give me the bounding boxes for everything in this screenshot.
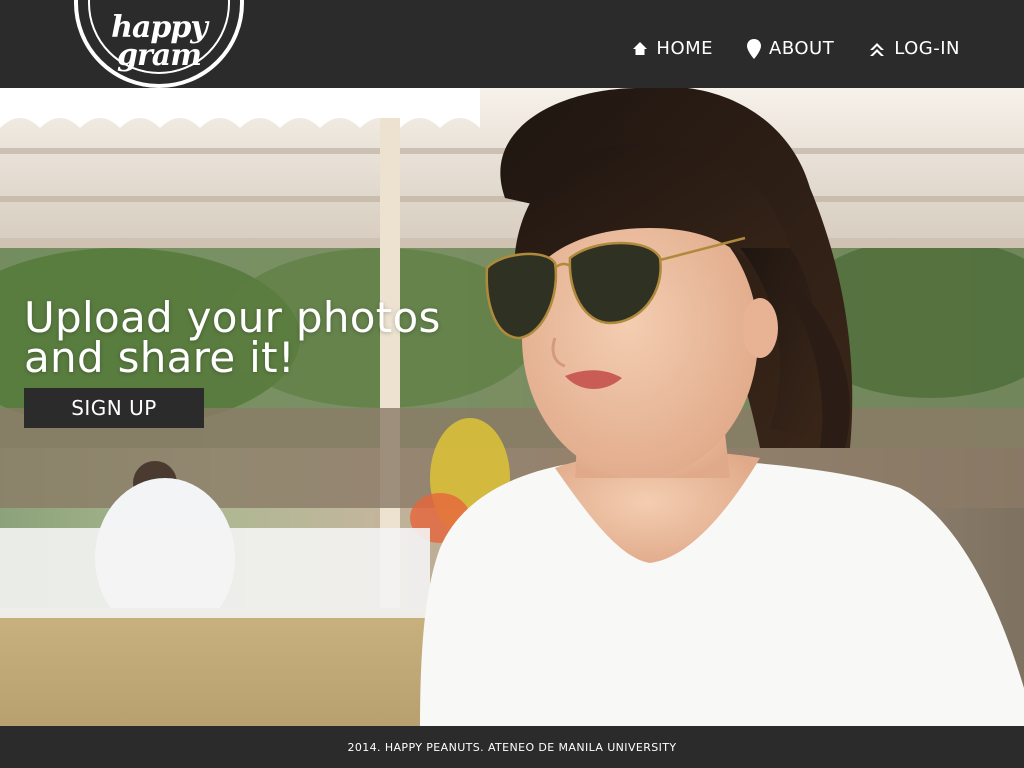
map-pin-icon xyxy=(747,38,762,59)
hero-headline: Upload your photos and share it! xyxy=(24,293,441,382)
hero-headline-line1: Upload your photos xyxy=(24,293,441,342)
footer-bar: 2014. HAPPY PEANUTS. ATENEO DE MANILA UN… xyxy=(0,726,1024,768)
nav-login-label: LOG-IN xyxy=(894,38,960,59)
hero-headline-line2: and share it! xyxy=(24,333,296,382)
footer-copyright: 2014. HAPPY PEANUTS. ATENEO DE MANILA UN… xyxy=(347,740,677,754)
main-navigation: HOME ABOUT LOG-IN xyxy=(632,38,960,59)
logo-text-line2: gram xyxy=(117,38,202,73)
happy-gram-logo[interactable]: happy gram xyxy=(74,0,244,88)
hero-banner: Upload your photos and share it! SIGN UP xyxy=(0,88,1024,726)
top-navigation-bar: happy gram HOME ABOUT LOG-IN xyxy=(0,0,1024,88)
nav-home-label: HOME xyxy=(656,38,714,59)
nav-about-label: ABOUT xyxy=(769,38,835,59)
nav-home[interactable]: HOME xyxy=(632,38,713,59)
chevron-up-icon xyxy=(868,40,886,58)
home-icon xyxy=(632,41,648,57)
nav-about[interactable]: ABOUT xyxy=(747,38,834,59)
sign-up-button[interactable]: SIGN UP xyxy=(24,388,204,428)
nav-login[interactable]: LOG-IN xyxy=(868,38,960,59)
